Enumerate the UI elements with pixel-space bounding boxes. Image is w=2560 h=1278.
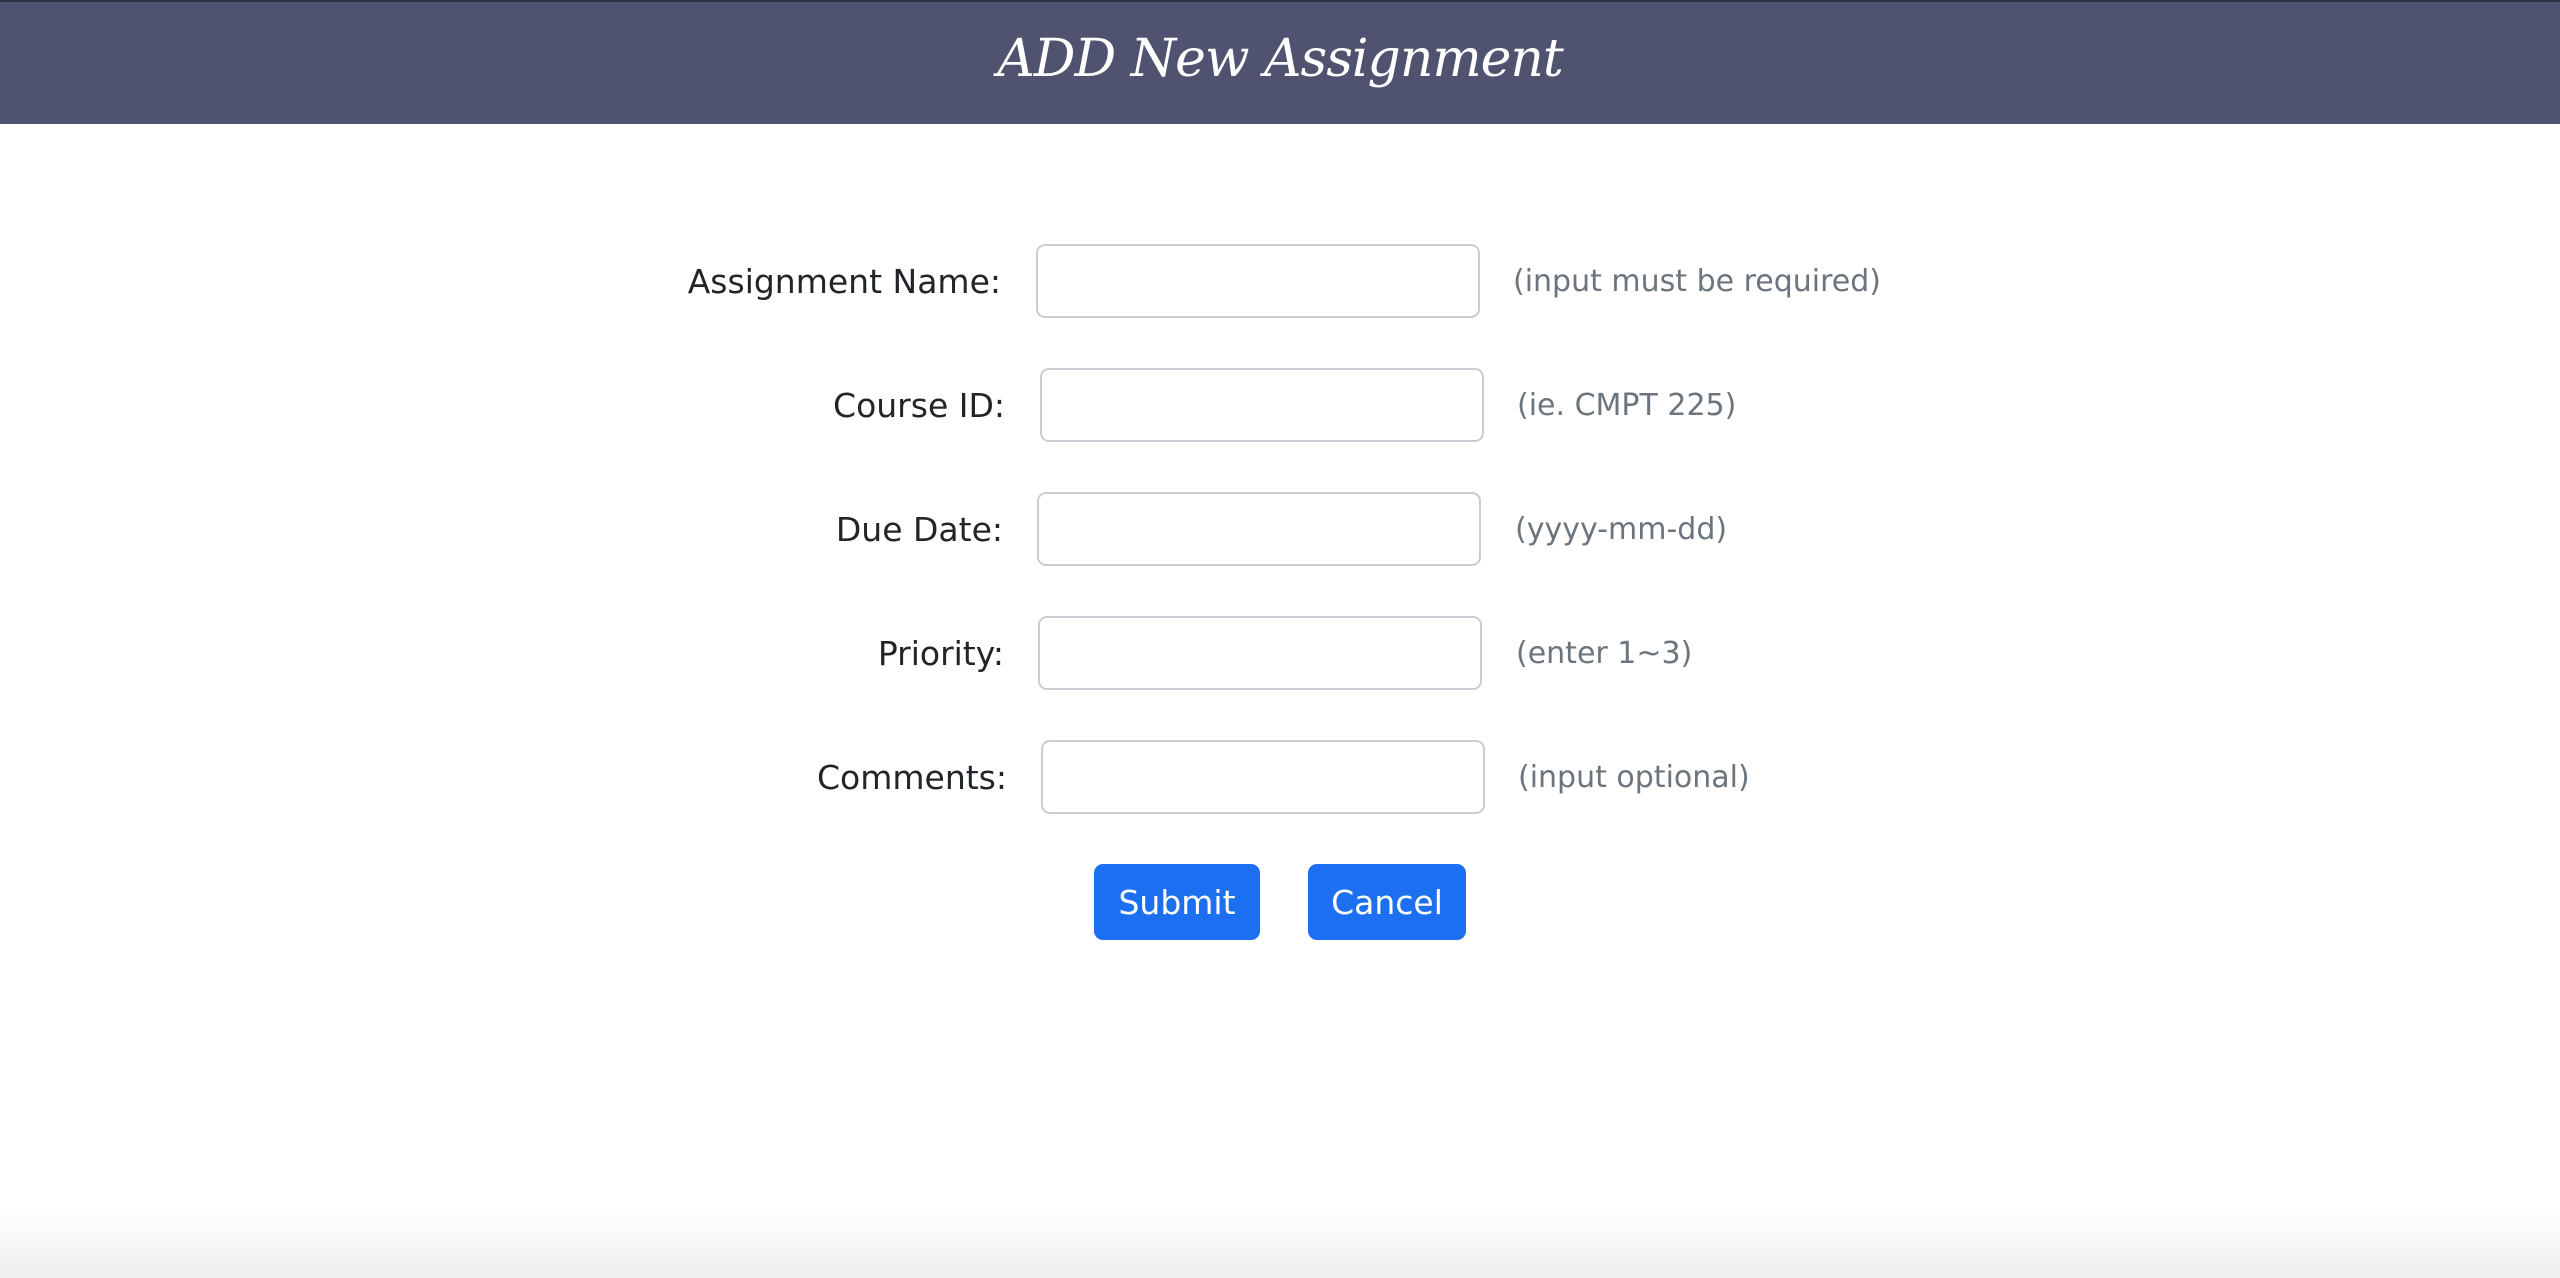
comments-label: Comments: bbox=[817, 758, 1007, 797]
page-header: ADD New Assignment bbox=[0, 0, 2560, 124]
assignment-name-label: Assignment Name: bbox=[687, 262, 1001, 301]
course-id-label: Course ID: bbox=[833, 386, 1005, 425]
cancel-button[interactable]: Cancel bbox=[1308, 864, 1466, 940]
assignment-name-input[interactable] bbox=[1036, 244, 1480, 318]
due-date-row: Due Date: (yyyy-mm-dd) bbox=[0, 492, 2560, 568]
course-id-row: Course ID: (ie. CMPT 225) bbox=[0, 368, 2560, 444]
bottom-shadow bbox=[0, 1210, 2560, 1278]
due-date-hint: (yyyy-mm-dd) bbox=[1515, 512, 1728, 547]
submit-button[interactable]: Submit bbox=[1094, 864, 1260, 940]
priority-row: Priority: (enter 1~3) bbox=[0, 616, 2560, 692]
due-date-input[interactable] bbox=[1037, 492, 1481, 566]
priority-label: Priority: bbox=[877, 634, 1004, 673]
priority-input[interactable] bbox=[1038, 616, 1482, 690]
comments-input[interactable] bbox=[1041, 740, 1485, 814]
comments-row: Comments: (input optional) bbox=[0, 740, 2560, 816]
priority-hint: (enter 1~3) bbox=[1516, 636, 1693, 671]
course-id-hint: (ie. CMPT 225) bbox=[1517, 388, 1737, 423]
page-title: ADD New Assignment bbox=[997, 29, 1564, 89]
comments-hint: (input optional) bbox=[1518, 760, 1750, 795]
assignment-name-hint: (input must be required) bbox=[1513, 264, 1882, 299]
course-id-input[interactable] bbox=[1040, 368, 1484, 442]
assignment-name-row: Assignment Name: (input must be required… bbox=[0, 244, 2560, 320]
due-date-label: Due Date: bbox=[835, 510, 1003, 549]
